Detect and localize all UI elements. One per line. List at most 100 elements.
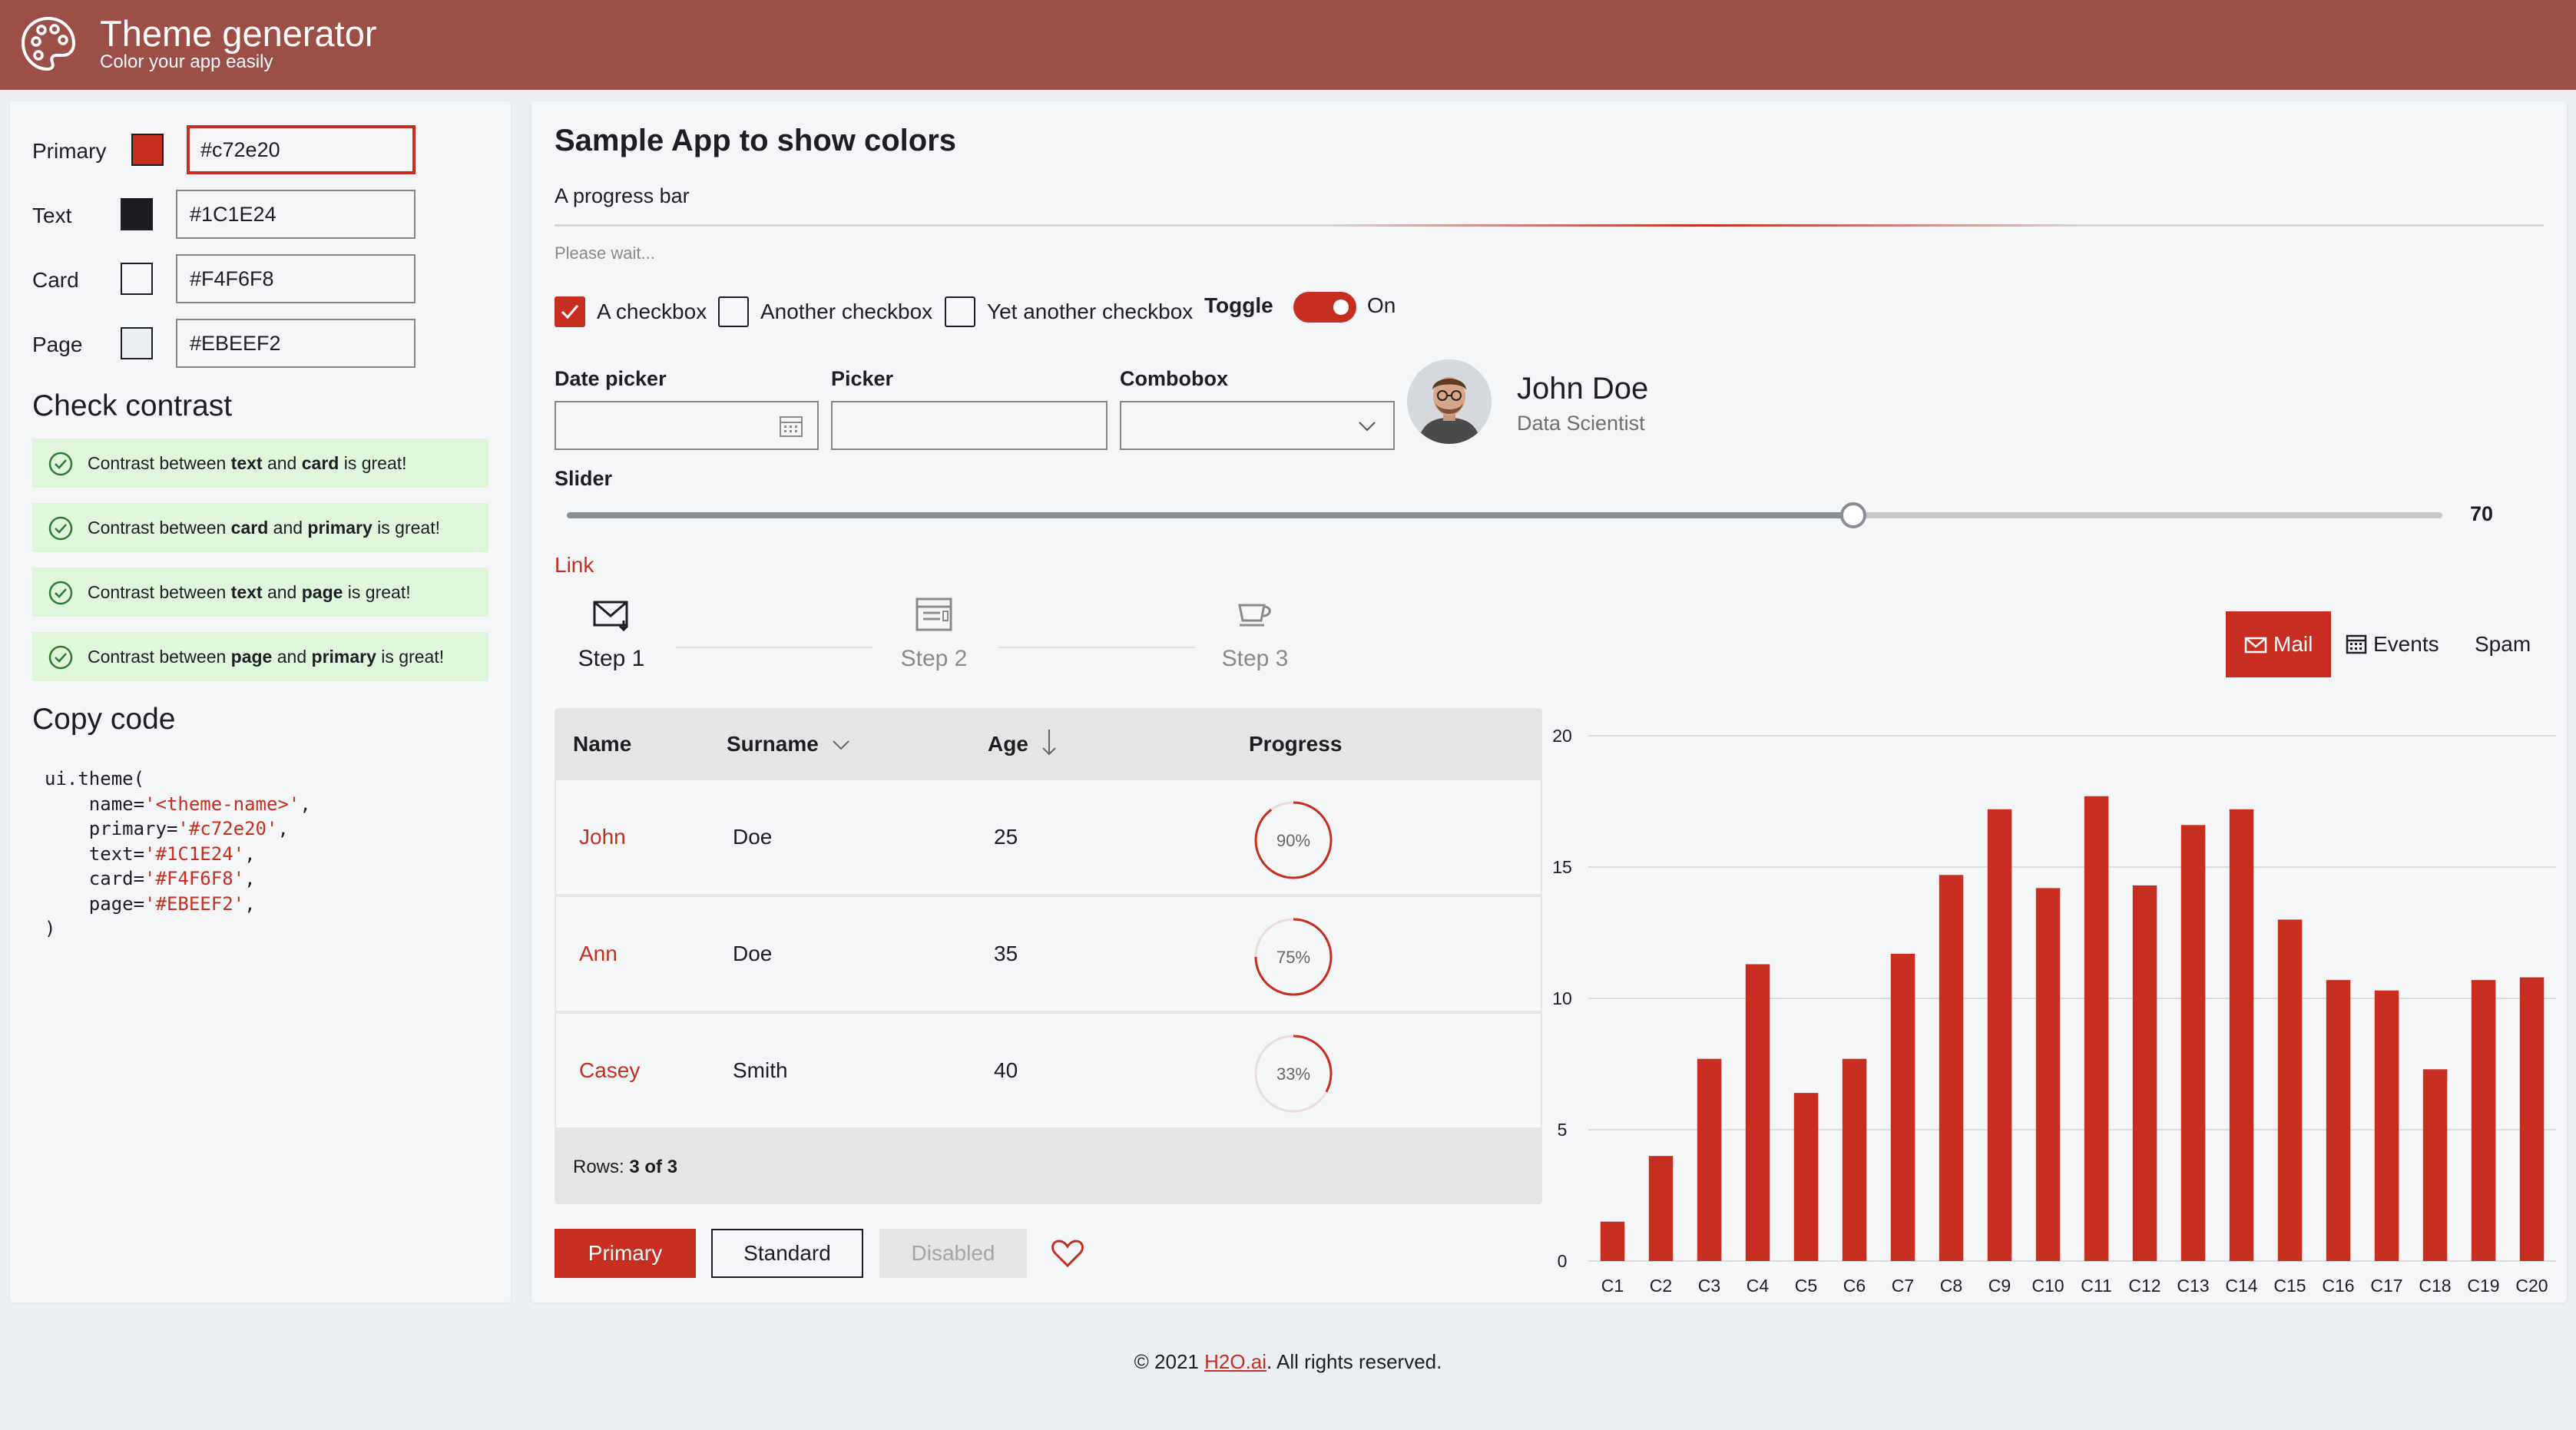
bar-c18[interactable]	[2422, 1069, 2448, 1261]
cell-name[interactable]: John	[579, 780, 626, 894]
column-header-surname[interactable]: Surname	[727, 708, 851, 780]
heart-icon[interactable]	[1051, 1238, 1084, 1269]
bar-c17[interactable]	[2374, 990, 2399, 1261]
avatar	[1407, 359, 1492, 444]
person-photo	[1407, 359, 1492, 444]
bar-c19[interactable]	[2471, 980, 2496, 1261]
progress-ring: 75%	[1254, 918, 1333, 996]
chevron-down-icon[interactable]	[1355, 415, 1379, 438]
y-tick-label: 0	[1558, 1251, 1568, 1271]
calendar-icon	[916, 597, 952, 631]
primary-button[interactable]: Primary	[555, 1229, 696, 1278]
slider-track[interactable]	[567, 502, 2442, 528]
date-picker-input[interactable]	[555, 401, 819, 450]
checkbox-box[interactable]	[945, 296, 975, 327]
contrast-message: Contrast between text and card is great!	[32, 439, 488, 488]
tab-mail[interactable]: Mail	[2226, 611, 2332, 677]
bar-c10[interactable]	[2035, 888, 2061, 1261]
code-block[interactable]: ui.theme( name='<theme-name>', primary='…	[45, 766, 311, 942]
calendar-icon[interactable]	[779, 415, 803, 438]
table-row[interactable]: Casey Smith 40 33%	[556, 1014, 1541, 1127]
column-header-progress[interactable]: Progress	[1249, 708, 1342, 780]
step-1[interactable]: Step 1	[558, 593, 665, 674]
column-header-name[interactable]: Name	[573, 708, 631, 780]
bar-c3[interactable]	[1697, 1058, 1722, 1261]
sample-app-title: Sample App to show colors	[555, 124, 957, 157]
primary-color-label: Primary	[32, 139, 107, 163]
slider-thumb[interactable]	[1840, 502, 1867, 528]
disabled-button: Disabled	[879, 1229, 1027, 1278]
slider-label: Slider	[555, 467, 613, 490]
bar-c5[interactable]	[1793, 1093, 1819, 1261]
x-tick-label: C4	[1747, 1276, 1770, 1296]
step-label: Step 1	[578, 646, 645, 671]
cell-surname: Doe	[733, 825, 773, 849]
y-tick-label: 20	[1552, 726, 1572, 746]
cell-name[interactable]: Ann	[579, 897, 618, 1011]
h2o-link[interactable]: H2O.ai	[1204, 1350, 1266, 1373]
toggle-state: On	[1367, 293, 1396, 317]
cell-age: 35	[994, 942, 1018, 965]
svg-text:90%: 90%	[1276, 831, 1310, 850]
bar-c16[interactable]	[2326, 980, 2351, 1261]
card-color-input[interactable]: #F4F6F8	[176, 254, 416, 303]
progress-label: A progress bar	[555, 184, 690, 207]
table-row[interactable]: Ann Doe 35 75%	[556, 897, 1541, 1011]
step-3[interactable]: Step 3	[1201, 593, 1309, 674]
svg-text:33%: 33%	[1276, 1064, 1310, 1084]
bar-c15[interactable]	[2277, 919, 2303, 1261]
progress-bar	[555, 224, 2544, 227]
progress-ring: 90%	[1254, 801, 1333, 879]
x-tick-label: C12	[2128, 1276, 2160, 1296]
bar-c14[interactable]	[2229, 809, 2254, 1261]
bar-c8[interactable]	[1939, 875, 1964, 1261]
checkmark-icon	[561, 305, 579, 319]
date-picker-label: Date picker	[555, 367, 667, 390]
page-color-input[interactable]: #EBEEF2	[176, 319, 416, 368]
x-tick-label: C10	[2031, 1276, 2064, 1296]
check-circle-icon	[48, 581, 73, 605]
combobox-input[interactable]	[1120, 401, 1395, 450]
primary-color-swatch[interactable]	[131, 134, 164, 166]
table-row[interactable]: John Doe 25 90%	[556, 780, 1541, 894]
sample-link[interactable]: Link	[555, 553, 594, 578]
page-color-swatch[interactable]	[121, 327, 153, 359]
text-color-input[interactable]: #1C1E24	[176, 190, 416, 239]
bar-c2[interactable]	[1648, 1156, 1674, 1261]
bar-c7[interactable]	[1890, 953, 1915, 1261]
toggle-switch[interactable]	[1293, 292, 1356, 323]
text-color-swatch[interactable]	[121, 198, 153, 230]
app-header: Theme generator Color your app easily	[0, 0, 2576, 90]
cell-name[interactable]: Casey	[579, 1014, 640, 1127]
bar-c4[interactable]	[1745, 964, 1770, 1262]
bar-c6[interactable]	[1842, 1058, 1867, 1261]
x-tick-label: C15	[2273, 1276, 2306, 1296]
bar-c1[interactable]	[1600, 1221, 1625, 1261]
checkbox-box[interactable]	[718, 296, 749, 327]
column-header-age[interactable]: Age	[988, 708, 1058, 780]
app-title: Theme generator	[100, 13, 377, 54]
page-footer: © 2021 H2O.ai. All rights reserved.	[1134, 1350, 1442, 1373]
bar-c13[interactable]	[2180, 825, 2206, 1261]
checkbox-box[interactable]	[555, 296, 585, 327]
tab-spam[interactable]: Spam	[2456, 611, 2549, 677]
card-color-swatch[interactable]	[121, 263, 153, 295]
x-tick-label: C7	[1892, 1276, 1914, 1296]
bar-c12[interactable]	[2132, 885, 2157, 1261]
text-color-label: Text	[32, 204, 72, 227]
calendar-icon	[2346, 634, 2367, 654]
table-footer: Rows: 3 of 3	[573, 1157, 678, 1177]
standard-button[interactable]: Standard	[711, 1229, 863, 1278]
tab-events[interactable]: Events	[2327, 611, 2458, 677]
mail-icon	[593, 601, 629, 632]
bar-c11[interactable]	[2084, 796, 2109, 1261]
contrast-message: Contrast between page and primary is gre…	[32, 632, 488, 681]
bar-c20[interactable]	[2519, 977, 2545, 1261]
primary-color-input[interactable]: #c72e20	[187, 125, 416, 174]
picker-input[interactable]	[831, 401, 1108, 450]
bar-c9[interactable]	[1987, 809, 2012, 1261]
coffee-icon	[1238, 604, 1271, 627]
step-2[interactable]: Step 2	[880, 593, 988, 674]
cell-surname: Doe	[733, 942, 773, 965]
x-tick-label: C13	[2177, 1276, 2209, 1296]
